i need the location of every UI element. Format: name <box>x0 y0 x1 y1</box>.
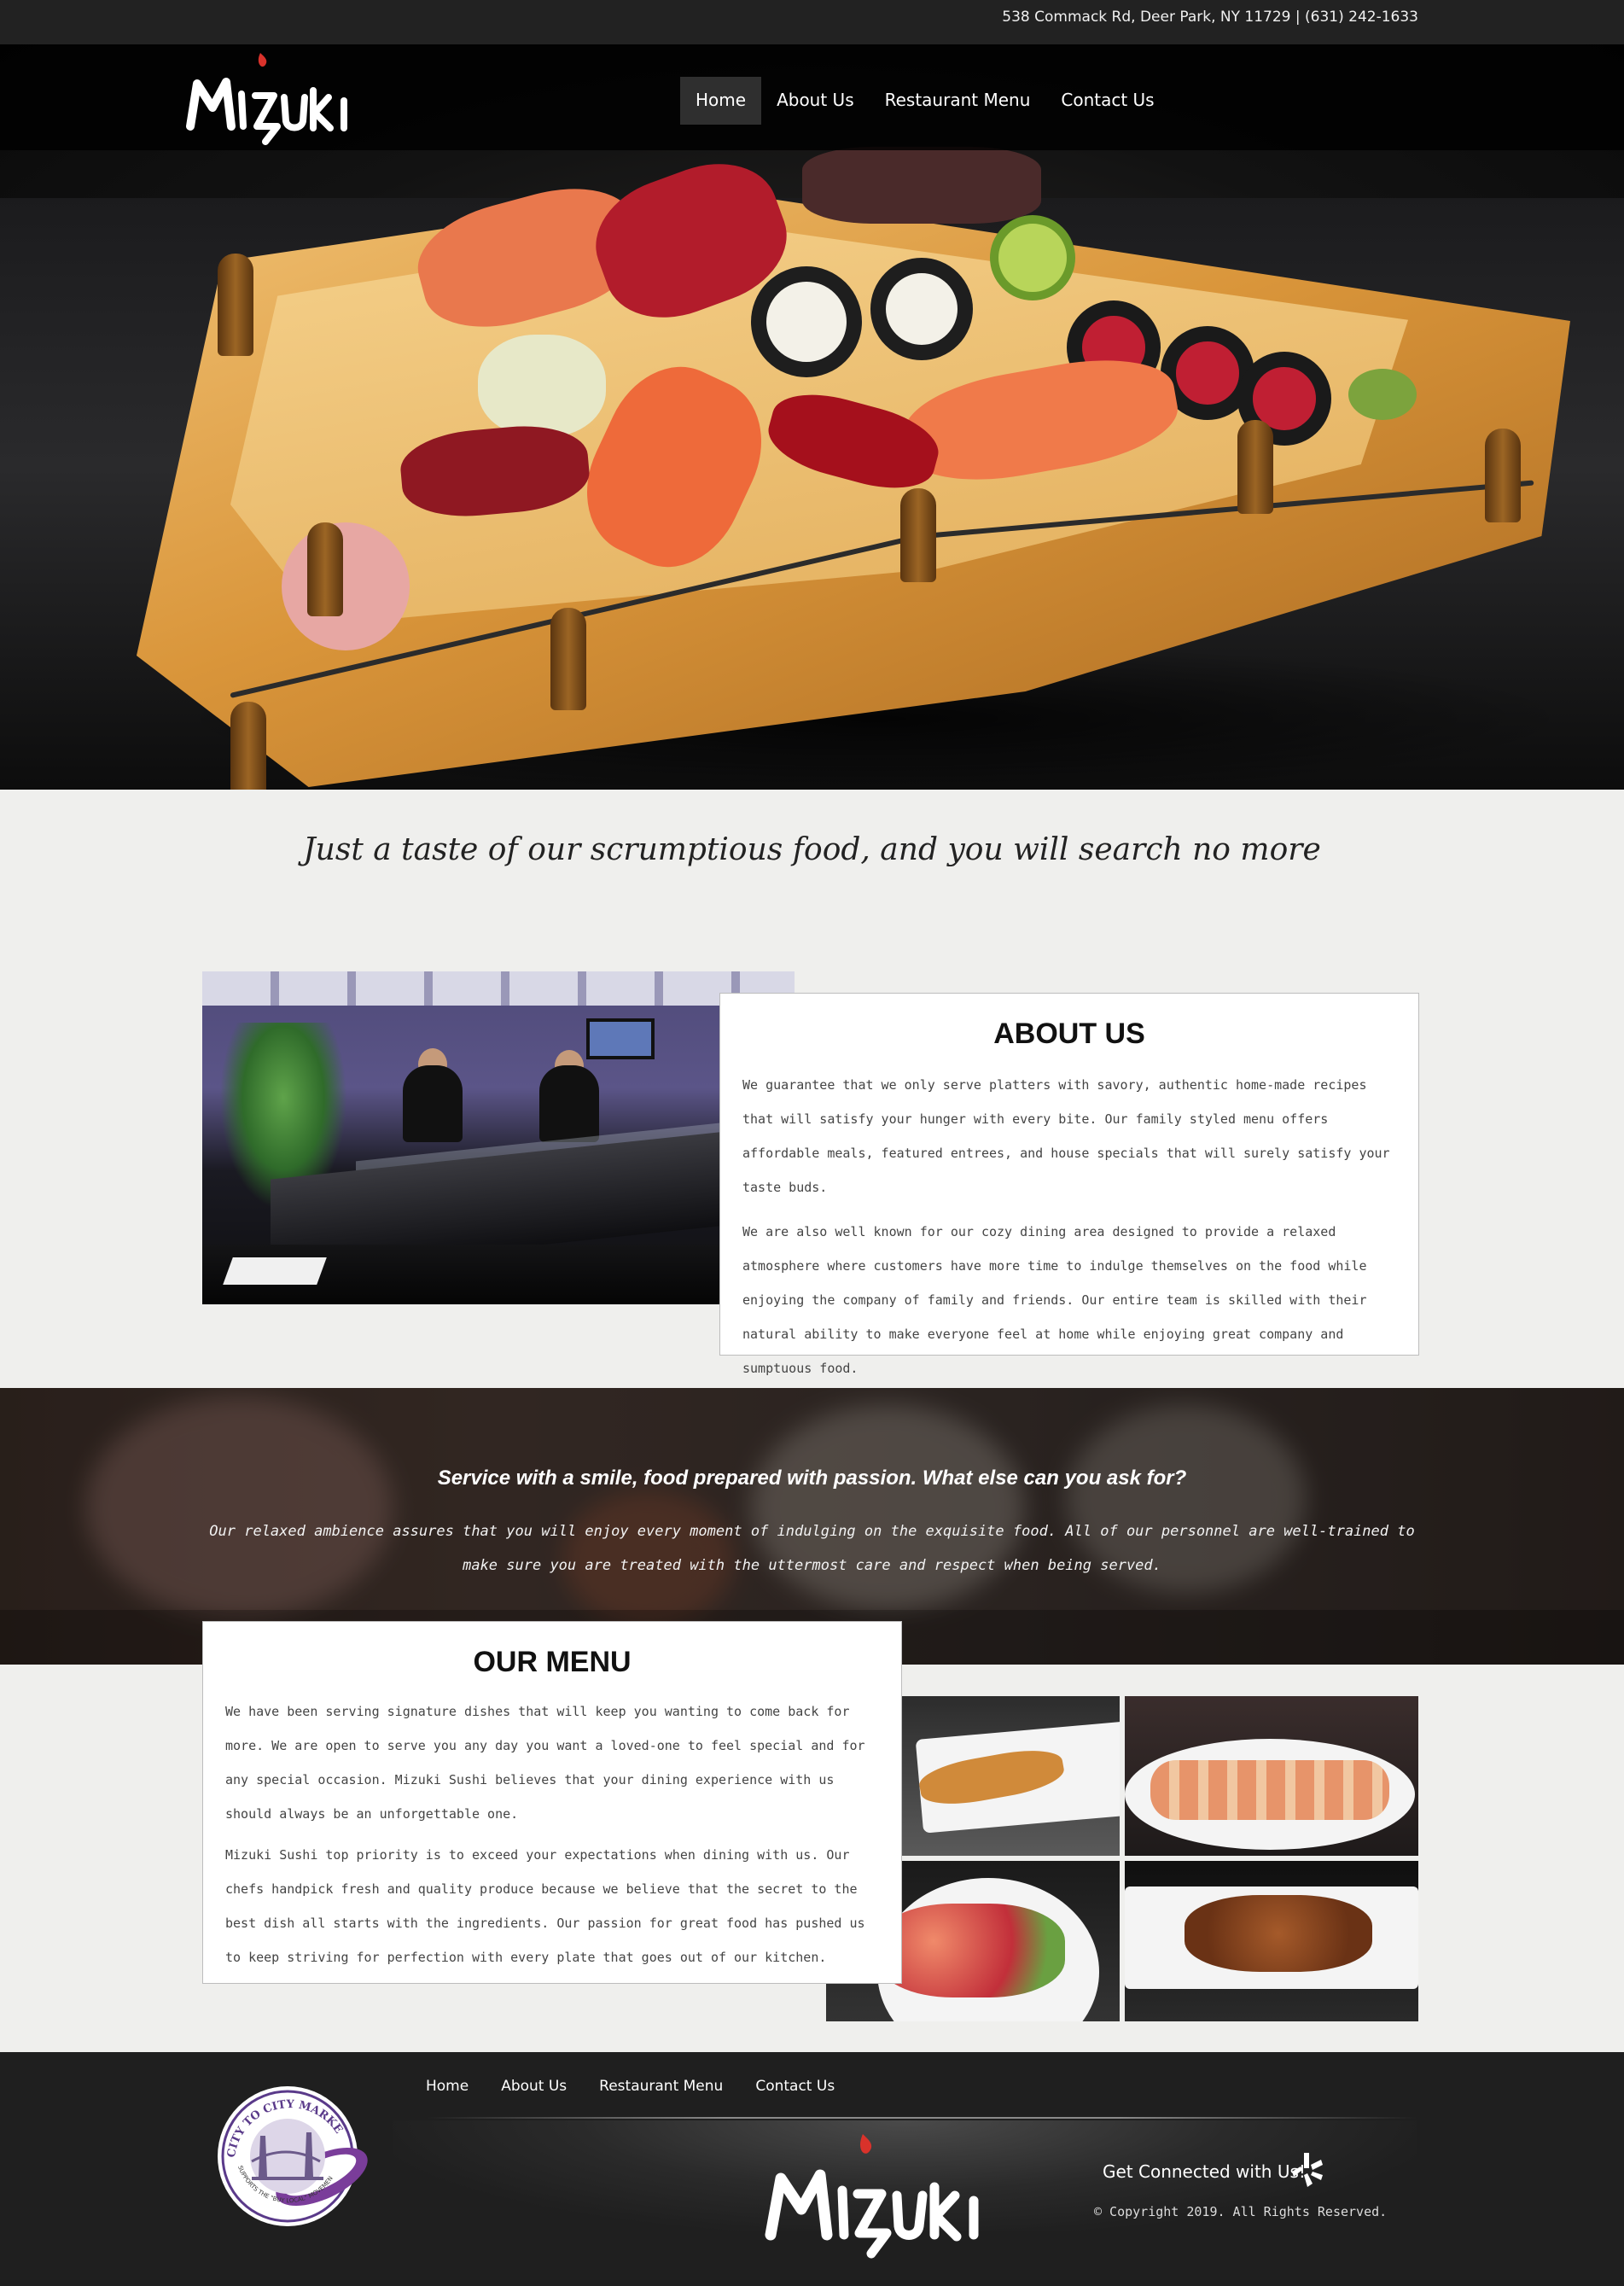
menu-paragraph-1: We have been serving signature dishes th… <box>225 1704 865 1822</box>
main-navbar: Home About Us Restaurant Menu Contact Us <box>0 44 1624 150</box>
footer-divider <box>427 2117 1417 2119</box>
tagline: Just a taste of our scrumptious food, an… <box>303 832 1321 867</box>
lime-slice <box>990 215 1075 300</box>
roll-row <box>802 147 1041 224</box>
get-connected-text: Get Connected with Us! <box>1103 2161 1306 2182</box>
menu-photo-2 <box>1125 1696 1418 1856</box>
chef <box>539 1065 599 1142</box>
menu-photo-4 <box>1125 1861 1418 2021</box>
sashimi-platter <box>877 1904 1065 1997</box>
copyright: © Copyright 2019. All Rights Reserved. <box>1094 2204 1388 2219</box>
glazed-entree <box>1185 1895 1372 1972</box>
nav-about-us[interactable]: About Us <box>761 77 870 125</box>
footer-nav: Home About Us Restaurant Menu Contact Us <box>410 2078 851 2095</box>
boat-peg <box>550 608 586 710</box>
mizuki-logo[interactable] <box>183 48 354 147</box>
boat-peg <box>218 254 253 356</box>
menu-paragraph-2: Mizuki Sushi top priority is to exceed y… <box>225 1847 865 1965</box>
boat-peg <box>1237 420 1273 514</box>
nav-restaurant-menu[interactable]: Restaurant Menu <box>870 77 1046 125</box>
hero-banner: Home About Us Restaurant Menu Contact Us <box>0 44 1624 790</box>
about-us-title: ABOUT US <box>993 1018 1145 1050</box>
footer-mizuki-logo[interactable] <box>764 2131 986 2259</box>
address-phone: 538 Commack Rd, Deer Park, NY 11729 | (6… <box>1002 9 1418 26</box>
cucumber-roll <box>478 335 606 437</box>
menu-photo-1 <box>902 1696 1120 1856</box>
about-us-card: ABOUT US We guarantee that we only serve… <box>719 993 1419 1376</box>
nav-contact-us[interactable]: Contact Us <box>1045 77 1169 125</box>
ceiling-lights <box>202 971 795 1006</box>
main-nav: Home About Us Restaurant Menu Contact Us <box>680 77 1170 125</box>
our-menu-card: OUR MENU We have been serving signature … <box>202 1621 902 1984</box>
boat-peg <box>307 522 343 616</box>
footer-nav-home[interactable]: Home <box>410 2078 485 2095</box>
maki-roll <box>751 266 862 377</box>
city-to-city-market-badge[interactable]: CITY TO CITY MARKET SUPPORTS THE "BUY LO… <box>209 2083 371 2228</box>
about-paragraph-2: We are also well known for our cozy dini… <box>742 1224 1367 1376</box>
service-heading: Service with a smile, food prepared with… <box>437 1467 1187 1490</box>
footer-nav-contact-us[interactable]: Contact Us <box>739 2078 851 2095</box>
about-paragraph-1: We guarantee that we only serve platters… <box>742 1077 1390 1195</box>
about-photo <box>202 971 795 1304</box>
pickled-ginger <box>282 522 410 650</box>
our-menu-title: OUR MENU <box>473 1646 632 1678</box>
nav-home[interactable]: Home <box>680 77 762 125</box>
boat-peg <box>900 488 936 582</box>
placemat <box>223 1257 327 1285</box>
chef <box>403 1065 463 1142</box>
maki-roll <box>870 258 973 360</box>
boat-peg <box>1485 429 1521 522</box>
footer-nav-about-us[interactable]: About Us <box>485 2078 583 2095</box>
footer-nav-restaurant-menu[interactable]: Restaurant Menu <box>583 2078 739 2095</box>
service-text: Our relaxed ambience assures that you wi… <box>209 1523 1415 1574</box>
tv-screen <box>586 1018 655 1059</box>
boat-peg <box>230 702 266 790</box>
sushi-roll-platter <box>1150 1760 1389 1820</box>
yelp-icon[interactable] <box>1290 2151 1324 2189</box>
top-info-bar: 538 Commack Rd, Deer Park, NY 11729 | (6… <box>0 0 1624 44</box>
wasabi <box>1348 369 1417 420</box>
